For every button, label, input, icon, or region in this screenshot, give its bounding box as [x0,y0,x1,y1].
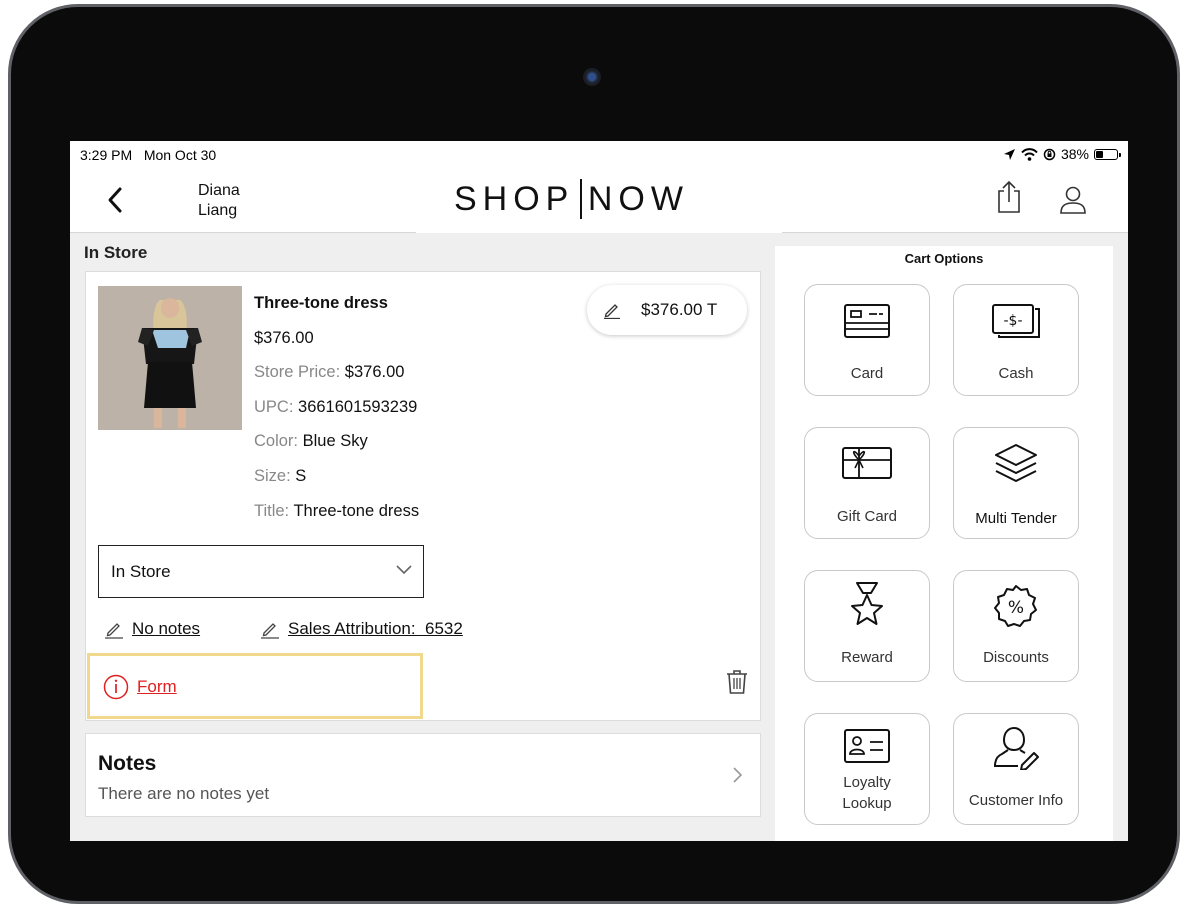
discounts-option-label: Discounts [983,649,1049,666]
app-screen: 3:29 PM Mon Oct 30 38% Diana Liang SHOP … [70,141,1128,841]
size-row: Size: S [254,459,419,494]
sales-attribution-label: Sales Attribution: 6532 [288,619,463,638]
medal-star-icon [851,582,883,625]
reward-option-label: Reward [841,649,893,666]
fulfillment-select[interactable]: In Store [98,545,424,598]
customer-last-name: Liang [198,202,238,219]
color-label: Color: [254,432,299,451]
pencil-icon [105,623,123,639]
front-camera [583,68,601,86]
cart-options-title: Cart Options [904,251,984,266]
status-indicators: 38% [1003,146,1121,162]
location-arrow-icon [1003,148,1015,160]
brand-logo-right: NOW [587,179,689,218]
form-warning-box: Form [87,653,423,719]
product-image [98,286,242,430]
info-alert-icon [103,674,129,700]
customer-name[interactable]: Diana Liang [198,181,240,221]
cart-item-card: Three-tone dress $376.00 Store Price: $3… [85,271,761,721]
section-title: In Store [84,243,148,262]
profile-icon[interactable] [1058,185,1088,215]
cart-options-panel: Cart Options Card -$- Cash Gift Card Mul… [775,246,1113,841]
card-option-label: Card [850,365,884,382]
customer-first-name: Diana [198,182,240,199]
notes-link[interactable]: No notes [104,619,200,639]
customer-edit-icon [993,726,1039,770]
trash-icon[interactable] [726,669,748,695]
title-value: Three-tone dress [293,501,420,520]
loyalty-lookup-label: Loyalty Lookup [805,772,929,814]
status-date: Mon Oct 30 [143,147,217,163]
store-price-value: $376.00 [344,363,405,382]
battery-level [1096,150,1103,158]
discount-badge-icon: % [994,585,1037,627]
color-row: Color: Blue Sky [254,424,419,459]
svg-text:-$-: -$- [1003,313,1022,329]
layers-icon [995,444,1037,482]
form-link[interactable]: Form [103,674,177,700]
size-label: Size: [254,466,291,485]
multi-tender-option-label: Multi Tender [975,510,1057,527]
loyalty-lookup-option-button[interactable]: Loyalty Lookup [804,713,930,825]
customer-info-option-label: Customer Info [968,792,1064,809]
edit-price-button[interactable]: $376.00 T [587,285,747,335]
notes-card[interactable]: Notes There are no notes yet [85,733,761,817]
battery-icon [1094,148,1121,160]
gift-card-icon [842,447,892,479]
id-card-icon [844,729,890,763]
upc-value: 3661601593239 [298,397,418,416]
brand-logo-left: SHOP [454,179,575,218]
product-name: Three-tone dress [254,294,388,312]
notes-empty-text: There are no notes yet [98,784,270,803]
loyalty-lookup-label-line2: Lookup [842,795,892,812]
nav-divider-right [782,232,1128,233]
title-row: Title: Three-tone dress [254,494,419,529]
multi-tender-option-button[interactable]: Multi Tender [953,427,1079,539]
cash-option-label: Cash [998,365,1034,382]
store-price-row: Store Price: $376.00 [254,355,419,390]
svg-text:%: % [1008,598,1024,618]
price-pill-value: $376.00 T [641,300,718,319]
form-link-label: Form [137,677,177,696]
discounts-option-button[interactable]: % Discounts [953,570,1079,682]
gift-card-option-label: Gift Card [836,508,897,525]
card-icon [844,304,890,338]
top-nav-bar: Diana Liang SHOP NOW [70,169,1128,233]
chevron-right-icon [733,767,743,783]
sales-attribution-link[interactable]: Sales Attribution: 6532 [260,619,463,639]
fulfillment-select-value: In Store [111,562,171,581]
battery-percent: 38% [1060,146,1089,162]
reward-option-button[interactable]: Reward [804,570,930,682]
chevron-down-icon [396,565,412,575]
customer-info-option-button[interactable]: Customer Info [953,713,1079,825]
gift-card-option-button[interactable]: Gift Card [804,427,930,539]
nav-divider-left [70,232,416,233]
upc-row: UPC: 3661601593239 [254,390,419,425]
cash-icon: -$- [992,304,1040,338]
card-option-button[interactable]: Card [804,284,930,396]
size-value: S [295,466,307,485]
cash-option-button[interactable]: -$- Cash [953,284,1079,396]
product-details: Three-tone dress $376.00 Store Price: $3… [254,286,419,528]
status-time-date: 3:29 PM Mon Oct 30 [80,147,216,163]
orientation-lock-icon [1043,148,1056,160]
product-price: $376.00 [254,328,314,347]
status-time: 3:29 PM [80,147,133,163]
product-photo [98,286,242,430]
color-value: Blue Sky [302,432,368,451]
brand-divider [580,179,582,219]
status-bar: 3:29 PM Mon Oct 30 38% [70,141,1128,169]
store-price-label: Store Price: [254,363,341,382]
upc-label: UPC: [254,397,294,416]
title-label: Title: [254,501,290,520]
wifi-icon [1021,147,1038,161]
brand-logo: SHOP NOW [454,179,689,219]
notes-title: Notes [98,752,157,775]
notes-link-label: No notes [132,619,201,638]
share-icon[interactable] [994,179,1024,215]
pencil-icon [261,623,279,639]
loyalty-lookup-label-line1: Loyalty [843,774,891,791]
pencil-icon [604,304,620,319]
back-chevron-icon[interactable] [102,183,130,217]
